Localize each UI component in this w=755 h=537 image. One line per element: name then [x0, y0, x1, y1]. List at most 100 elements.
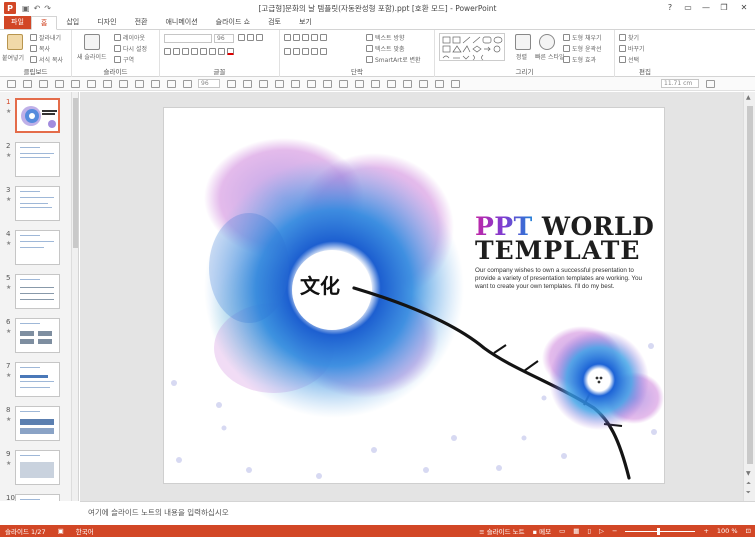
- thumbnail-slide-4[interactable]: 4 ★: [0, 230, 70, 272]
- replace-button[interactable]: 바꾸기: [619, 44, 645, 53]
- print-icon[interactable]: [87, 79, 96, 88]
- line-icon[interactable]: [259, 79, 268, 88]
- zoom-in-icon[interactable]: +: [703, 527, 708, 535]
- tab-home[interactable]: 홈: [30, 16, 58, 30]
- format-painter-button[interactable]: 서식 복사: [30, 55, 63, 64]
- arrange-button[interactable]: 정렬: [516, 52, 527, 61]
- grow-font-icon[interactable]: [227, 79, 236, 88]
- fit-slide-icon[interactable]: ⊡: [746, 527, 751, 535]
- arrange-icon[interactable]: [515, 34, 531, 50]
- quick-styles-button[interactable]: 빠른 스타일: [535, 52, 565, 61]
- slide-body-text[interactable]: Our company wishes to own a successful p…: [475, 267, 650, 290]
- flip-icon[interactable]: [419, 79, 428, 88]
- crop-icon[interactable]: [451, 79, 460, 88]
- cut-button[interactable]: 잘라내기: [30, 33, 61, 42]
- thumbnail-slide-6[interactable]: 6 ★: [0, 318, 70, 360]
- order-icon[interactable]: [435, 79, 444, 88]
- notes-pane[interactable]: 여기에 슬라이드 노트의 내용을 입력하십시오: [80, 501, 755, 525]
- arrow-icon[interactable]: [275, 79, 284, 88]
- find-button[interactable]: 찾기: [619, 33, 639, 42]
- tab-slideshow[interactable]: 슬라이드 쇼: [207, 16, 259, 29]
- rect-icon[interactable]: [291, 79, 300, 88]
- list-buttons[interactable]: [284, 34, 327, 41]
- previous-slide-icon[interactable]: ⏶: [746, 480, 751, 488]
- undo-icon[interactable]: [23, 79, 32, 88]
- color-icon[interactable]: [183, 79, 192, 88]
- open-icon[interactable]: [71, 79, 80, 88]
- grid-icon[interactable]: [119, 79, 128, 88]
- fill-color-icon[interactable]: [339, 79, 348, 88]
- zoom-slider[interactable]: [625, 527, 696, 535]
- rotate-icon[interactable]: [403, 79, 412, 88]
- section-button[interactable]: 구역: [114, 55, 134, 64]
- scroll-down-icon[interactable]: ▼: [746, 470, 751, 477]
- quick-styles-icon[interactable]: [539, 34, 555, 50]
- slide-area-scrollbar[interactable]: ▲ ▼ ⏶ ⏷: [743, 92, 755, 501]
- shape-fill-button[interactable]: 도형 채우기: [563, 33, 602, 42]
- normal-view-icon[interactable]: ▭: [559, 527, 565, 535]
- select-button[interactable]: 선택: [619, 55, 639, 64]
- save-icon[interactable]: ▣: [22, 4, 30, 13]
- toolbar-font-size[interactable]: 96: [198, 79, 220, 88]
- align-text-button[interactable]: 텍스트 맞춤: [366, 44, 405, 53]
- font-style-buttons[interactable]: [164, 48, 234, 55]
- reset-button[interactable]: 다시 설정: [114, 44, 147, 53]
- align-icon[interactable]: [387, 79, 396, 88]
- copy-button[interactable]: 복사: [30, 44, 50, 53]
- thumbnail-slide-2[interactable]: 2 ★: [0, 142, 70, 184]
- powerpoint-app-icon[interactable]: P: [4, 2, 16, 14]
- tab-view[interactable]: 보기: [290, 16, 321, 29]
- thumbnail-slide-1[interactable]: 1 ★: [0, 98, 70, 140]
- more-icon[interactable]: [706, 79, 715, 88]
- slide-title-line2[interactable]: TEMPLATE: [475, 236, 640, 265]
- zoom-level[interactable]: 100 %: [717, 527, 738, 535]
- image-icon[interactable]: [151, 79, 160, 88]
- scroll-up-icon[interactable]: ▲: [746, 94, 751, 101]
- spell-check-icon[interactable]: ▣: [58, 527, 64, 535]
- slide-sorter-icon[interactable]: ▦: [573, 527, 579, 535]
- new-slide-button[interactable]: 새 슬라이드: [77, 52, 107, 61]
- table-icon[interactable]: [103, 79, 112, 88]
- thumbnails-scroll-thumb[interactable]: [73, 98, 78, 248]
- font-size-buttons[interactable]: [238, 34, 263, 41]
- tab-review[interactable]: 검토: [259, 16, 290, 29]
- thumbnail-slide-10[interactable]: 10 ★: [0, 494, 70, 501]
- thumbnail-slide-7[interactable]: 7 ★: [0, 362, 70, 404]
- slide-scroll-thumb[interactable]: [747, 106, 753, 464]
- redo-icon[interactable]: [39, 79, 48, 88]
- thumbnail-slide-9[interactable]: 9 ★: [0, 450, 70, 492]
- ribbon-display-button[interactable]: ▭: [679, 0, 697, 16]
- save-icon[interactable]: [7, 79, 16, 88]
- minimize-button[interactable]: —: [697, 0, 715, 16]
- thumbnail-slide-3[interactable]: 3 ★: [0, 186, 70, 228]
- paste-button[interactable]: 붙여넣기: [2, 53, 24, 62]
- tab-design[interactable]: 디자인: [88, 16, 125, 29]
- close-button[interactable]: ✕: [733, 0, 755, 16]
- shape-effects-button[interactable]: 도형 효과: [563, 55, 596, 64]
- help-button[interactable]: ?: [661, 0, 679, 16]
- notes-button[interactable]: ≡ 슬라이드 노트: [479, 526, 524, 536]
- font-name-combo[interactable]: [164, 34, 212, 43]
- culture-hanja-text[interactable]: 文化: [300, 270, 340, 299]
- tab-file[interactable]: 파일: [4, 16, 31, 29]
- new-slide-icon[interactable]: [84, 34, 100, 50]
- line-color-icon[interactable]: [355, 79, 364, 88]
- slide-canvas[interactable]: 文化 PPT WORLD TEMPLATE Our company wishes…: [163, 107, 665, 484]
- font-size-combo[interactable]: 96: [214, 34, 234, 43]
- oval-icon[interactable]: [307, 79, 316, 88]
- text-box-icon[interactable]: [323, 79, 332, 88]
- restore-button[interactable]: ❐: [715, 0, 733, 16]
- comments-button[interactable]: ▪ 메모: [533, 526, 551, 536]
- thumbnail-slide-5[interactable]: 5 ★: [0, 274, 70, 316]
- shrink-font-icon[interactable]: [243, 79, 252, 88]
- shape-icon[interactable]: [135, 79, 144, 88]
- paste-icon[interactable]: [7, 34, 23, 50]
- reading-view-icon[interactable]: ▯: [587, 527, 591, 535]
- align-buttons[interactable]: [284, 48, 327, 55]
- redo-icon[interactable]: ↷: [44, 4, 51, 13]
- language-indicator[interactable]: 한국어: [76, 526, 94, 536]
- slideshow-icon[interactable]: ▷: [599, 527, 604, 535]
- zoom-out-icon[interactable]: −: [612, 527, 617, 535]
- tab-transitions[interactable]: 전환: [126, 16, 157, 29]
- text-direction-button[interactable]: 텍스트 방향: [366, 33, 405, 42]
